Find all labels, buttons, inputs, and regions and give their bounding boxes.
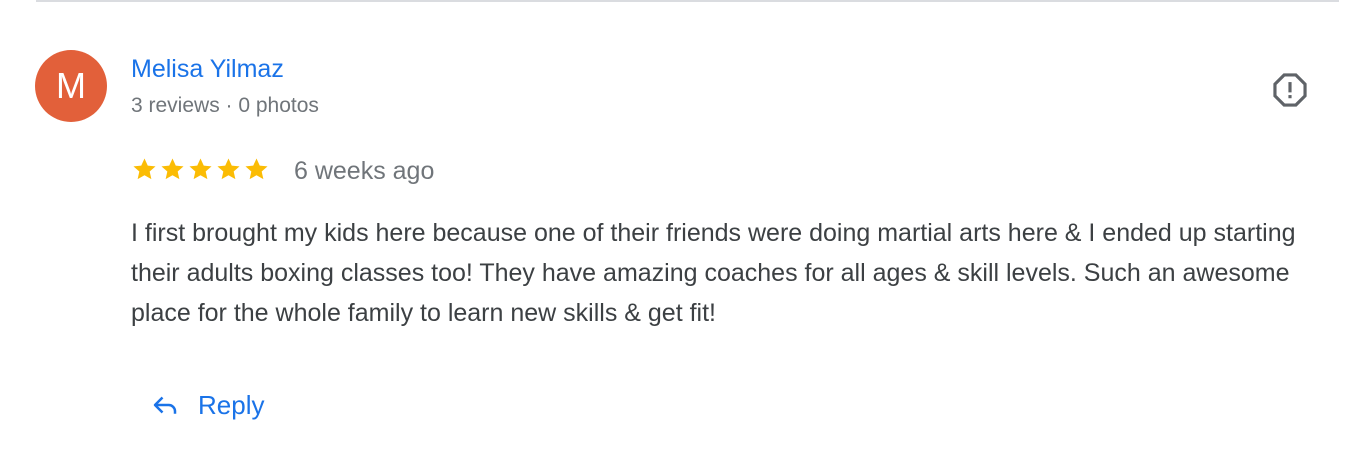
review-date: 6 weeks ago [294,157,435,185]
review-card: M Melisa Yilmaz 3 reviews · 0 photos 6 w… [0,0,1370,454]
report-flag-icon [1273,73,1307,107]
top-divider [36,0,1339,2]
star-icon [189,158,212,180]
star-icon [217,158,240,180]
report-review-button[interactable] [1268,68,1312,112]
reply-arrow-icon [153,396,177,414]
reply-button[interactable]: Reply [140,378,274,432]
review-text: I first brought my kids here because one… [131,219,1296,327]
avatar[interactable]: M [35,50,107,122]
star-icon [133,158,156,180]
star-icon [161,158,184,180]
reply-label: Reply [198,389,265,420]
author-name-link[interactable]: Melisa Yilmaz [131,55,284,84]
author-meta: 3 reviews · 0 photos [131,94,319,117]
star-icon [245,158,268,180]
star-rating [131,156,270,183]
